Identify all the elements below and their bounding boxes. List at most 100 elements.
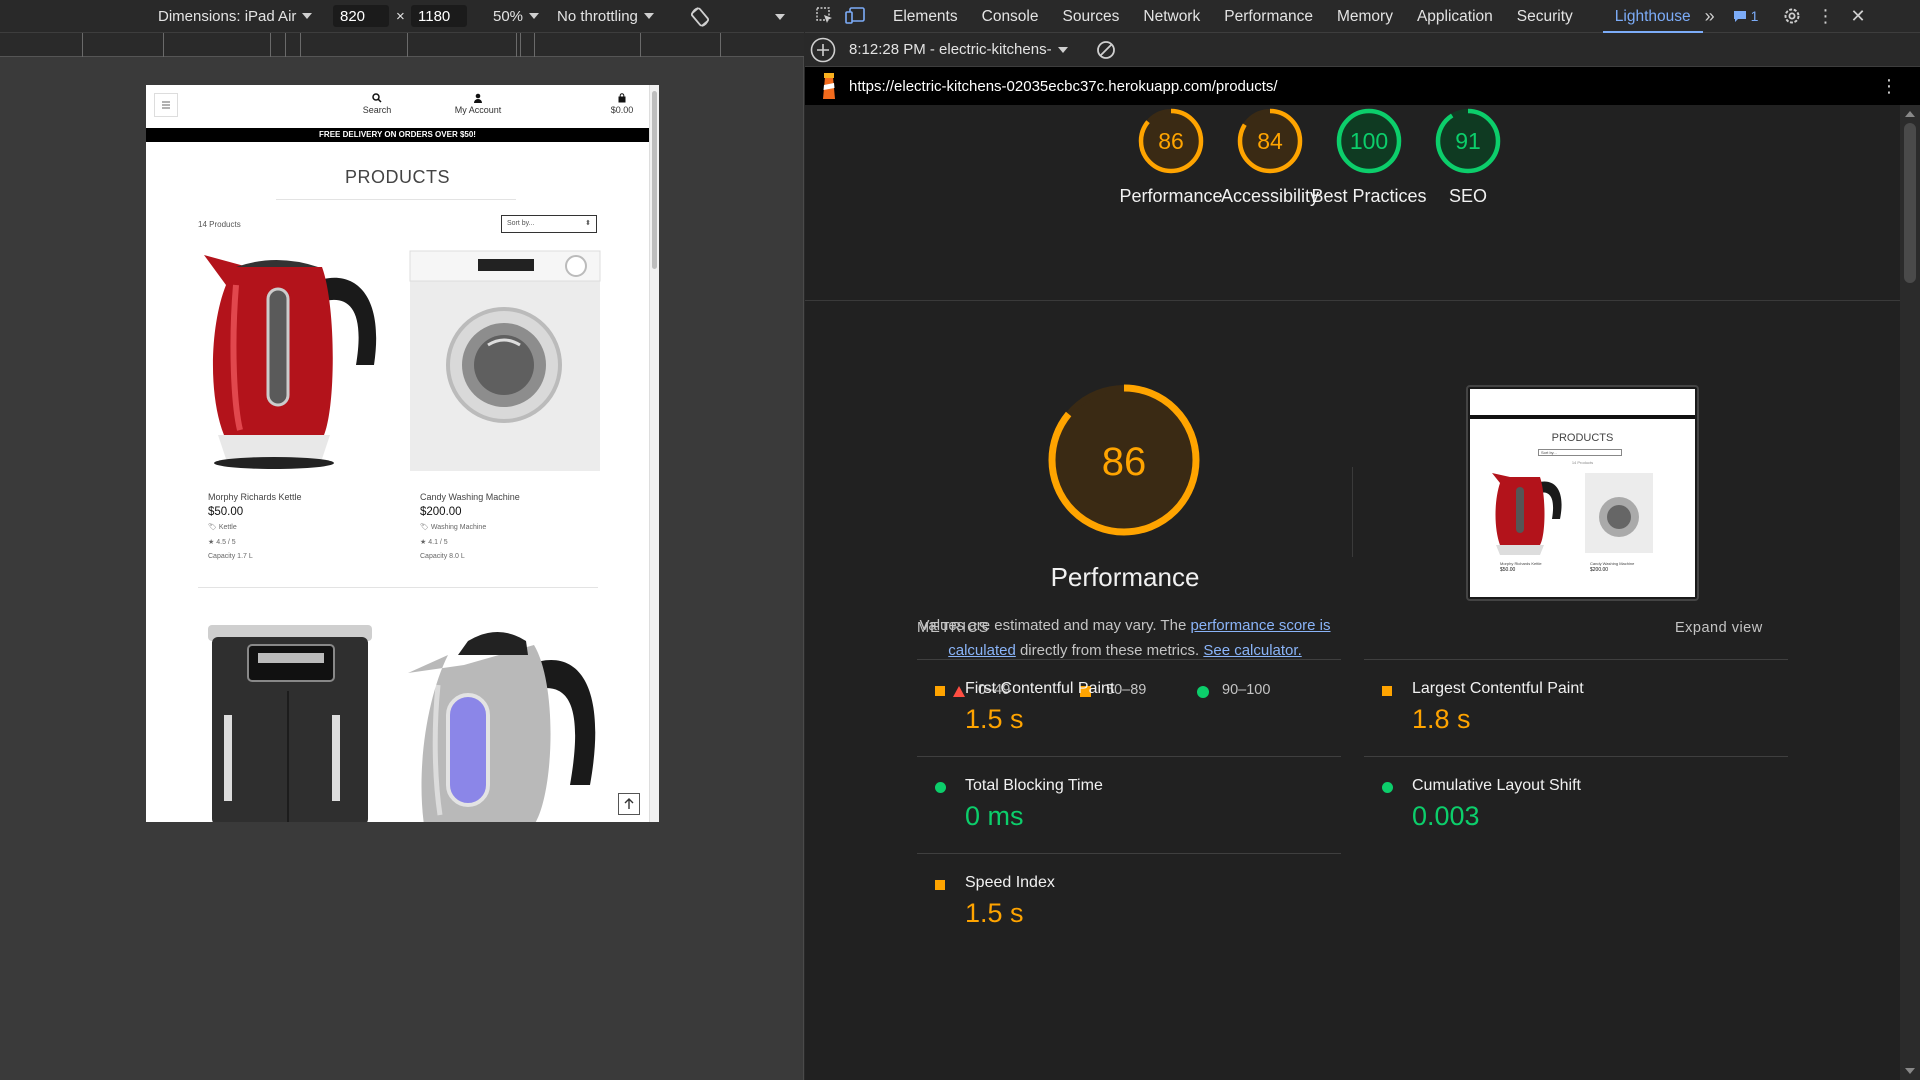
nav-bag-total: $0.00 <box>610 105 634 115</box>
screenshot-sort: Sort by... <box>1538 449 1622 456</box>
metric-value: 1.5 s <box>965 898 1024 928</box>
message-icon <box>1733 10 1746 22</box>
gear-icon[interactable] <box>1782 6 1802 26</box>
product-name[interactable]: Morphy Richards Kettle <box>208 492 302 502</box>
average-square-icon <box>935 880 945 890</box>
title-divider <box>276 199 516 200</box>
scroll-down-arrow-icon[interactable] <box>1905 1068 1915 1074</box>
gauge-ring: 86 <box>1138 108 1204 174</box>
dimension-times: × <box>396 8 405 25</box>
back-to-top-button[interactable] <box>618 793 640 815</box>
close-icon[interactable]: ✕ <box>1850 6 1865 27</box>
report-menu-icon[interactable]: ⋮ <box>1880 76 1898 97</box>
tab-console[interactable]: Console <box>970 0 1051 33</box>
nav-account[interactable]: My Account <box>446 93 510 115</box>
chevron-down-icon <box>1057 46 1068 53</box>
tab-security[interactable]: Security <box>1505 0 1585 33</box>
screenshot-banner <box>1470 415 1695 419</box>
metric-name: Largest Contentful Paint <box>1412 680 1584 697</box>
tab-memory[interactable]: Memory <box>1325 0 1405 33</box>
product-card[interactable]: Morphy Richards Kettle $50.00 🏷 Kettle ★… <box>196 245 392 560</box>
tab-lighthouse[interactable]: Lighthouse <box>1602 0 1703 33</box>
zoom-select[interactable]: 50% <box>493 7 540 25</box>
gauge-label: SEO <box>1448 186 1487 206</box>
shopping-bag-icon <box>618 93 626 103</box>
tab-performance[interactable]: Performance <box>1212 0 1325 33</box>
media-query-ruler[interactable] <box>0 33 804 57</box>
tab-network[interactable]: Network <box>1131 0 1212 33</box>
final-screenshot[interactable]: PRODUCTS Sort by... 14 Products Morphy R… <box>1466 385 1699 601</box>
more-tabs-icon[interactable]: » <box>1705 6 1715 27</box>
issues-badge[interactable]: 1 <box>1733 8 1758 24</box>
zoom-label: 50% <box>493 7 524 25</box>
sort-arrows-icon: ⬍ <box>585 220 591 227</box>
nav-account-label: My Account <box>454 105 502 115</box>
clear-icon[interactable] <box>1096 40 1116 60</box>
nav-search[interactable]: Search <box>352 93 402 115</box>
product-image-steel-kettle[interactable] <box>408 625 598 822</box>
metric-name: Total Blocking Time <box>965 777 1103 794</box>
report-url-bar: https://electric-kitchens-02035ecbc37c.h… <box>805 67 1920 105</box>
product-category[interactable]: 🏷 Washing Machine <box>420 523 486 531</box>
product-name[interactable]: Candy Washing Machine <box>420 492 520 502</box>
report-select[interactable]: 8:12:28 PM - electric-kitchens- <box>849 41 1068 58</box>
gauge-ring: 84 <box>1237 108 1303 174</box>
screenshot-count: 14 Products <box>1571 460 1594 465</box>
delivery-banner: FREE DELIVERY ON ORDERS OVER $50! <box>146 128 649 142</box>
device-toolbar-icon[interactable] <box>845 6 867 26</box>
kebab-menu-icon[interactable]: ⋮ <box>1816 6 1834 27</box>
tab-elements[interactable]: Elements <box>881 0 970 33</box>
more-options-caret-icon[interactable] <box>775 14 785 20</box>
rotate-icon[interactable] <box>689 6 711 28</box>
throttle-select[interactable]: No throttling <box>557 8 654 25</box>
nav-bag[interactable]: $0.00 <box>602 93 642 115</box>
product-category[interactable]: 🏷 Kettle <box>208 523 237 531</box>
metric-name: Speed Index <box>965 874 1055 891</box>
report-url[interactable]: https://electric-kitchens-02035ecbc37c.h… <box>849 78 1278 95</box>
chevron-down-icon <box>302 13 313 19</box>
category-label: Washing Machine <box>430 524 487 531</box>
pass-circle-icon <box>1382 782 1393 793</box>
metric-speed-index: Speed Index 1.5 s <box>917 853 1341 950</box>
product-card[interactable]: Candy Washing Machine $200.00 🏷 Washing … <box>408 245 604 560</box>
screenshot-p2-name: Candy Washing Machine <box>1590 561 1635 566</box>
product-image-washing-machine[interactable] <box>408 245 604 477</box>
see-calculator-link[interactable]: See calculator. <box>1203 642 1301 659</box>
scroll-up-arrow-icon[interactable] <box>1905 111 1915 117</box>
menu-button[interactable] <box>154 93 178 117</box>
performance-heading: Performance <box>1050 562 1200 592</box>
tab-sources[interactable]: Sources <box>1051 0 1132 33</box>
sort-select[interactable]: Sort by... ⬍ <box>501 215 597 233</box>
product-rating: ★ 4.1 / 5 <box>420 538 448 546</box>
metric-name: Cumulative Layout Shift <box>1412 777 1581 794</box>
performance-score-gauge[interactable]: 86 <box>1046 382 1202 538</box>
inspect-element-icon[interactable] <box>815 6 835 26</box>
throttle-label: No throttling <box>557 7 638 25</box>
report-timestamp: 8:12:28 PM - electric-kitchens- <box>849 41 1052 58</box>
device-select[interactable]: Dimensions: iPad Air <box>158 8 313 25</box>
lighthouse-toolbar: 8:12:28 PM - electric-kitchens- <box>805 33 1920 67</box>
scrollbar-thumb[interactable] <box>1904 123 1916 283</box>
report-scrollbar[interactable] <box>1900 105 1920 1080</box>
hamburger-icon <box>162 101 170 109</box>
pass-circle-icon <box>935 782 946 793</box>
expand-view-button[interactable]: Expand view <box>1675 620 1763 636</box>
width-input[interactable] <box>333 5 389 27</box>
gauge-score: 100 <box>1350 128 1388 154</box>
product-rating: ★ 4.5 / 5 <box>208 538 236 546</box>
metrics-heading: METRICS <box>917 620 990 636</box>
metric-cumulative-layout-shift: Cumulative Layout Shift 0.003 <box>1364 756 1788 853</box>
tab-application[interactable]: Application <box>1405 0 1505 33</box>
average-square-icon <box>935 686 945 696</box>
product-image-air-fryer[interactable] <box>208 625 382 822</box>
page-scrollbar[interactable] <box>649 85 659 822</box>
gauge-score: 84 <box>1257 128 1283 154</box>
new-report-plus-icon[interactable] <box>810 37 836 63</box>
product-image-kettle[interactable] <box>196 245 392 477</box>
chevron-down-icon <box>643 13 654 19</box>
scrollbar-thumb[interactable] <box>652 91 657 269</box>
height-input[interactable] <box>411 5 467 27</box>
vertical-divider <box>1352 467 1353 557</box>
gauge-seo[interactable]: 91 SEO <box>1408 106 1528 208</box>
lighthouse-report: 86 Performance 84 Accessibility 100 Best Prac… <box>805 105 1900 1080</box>
